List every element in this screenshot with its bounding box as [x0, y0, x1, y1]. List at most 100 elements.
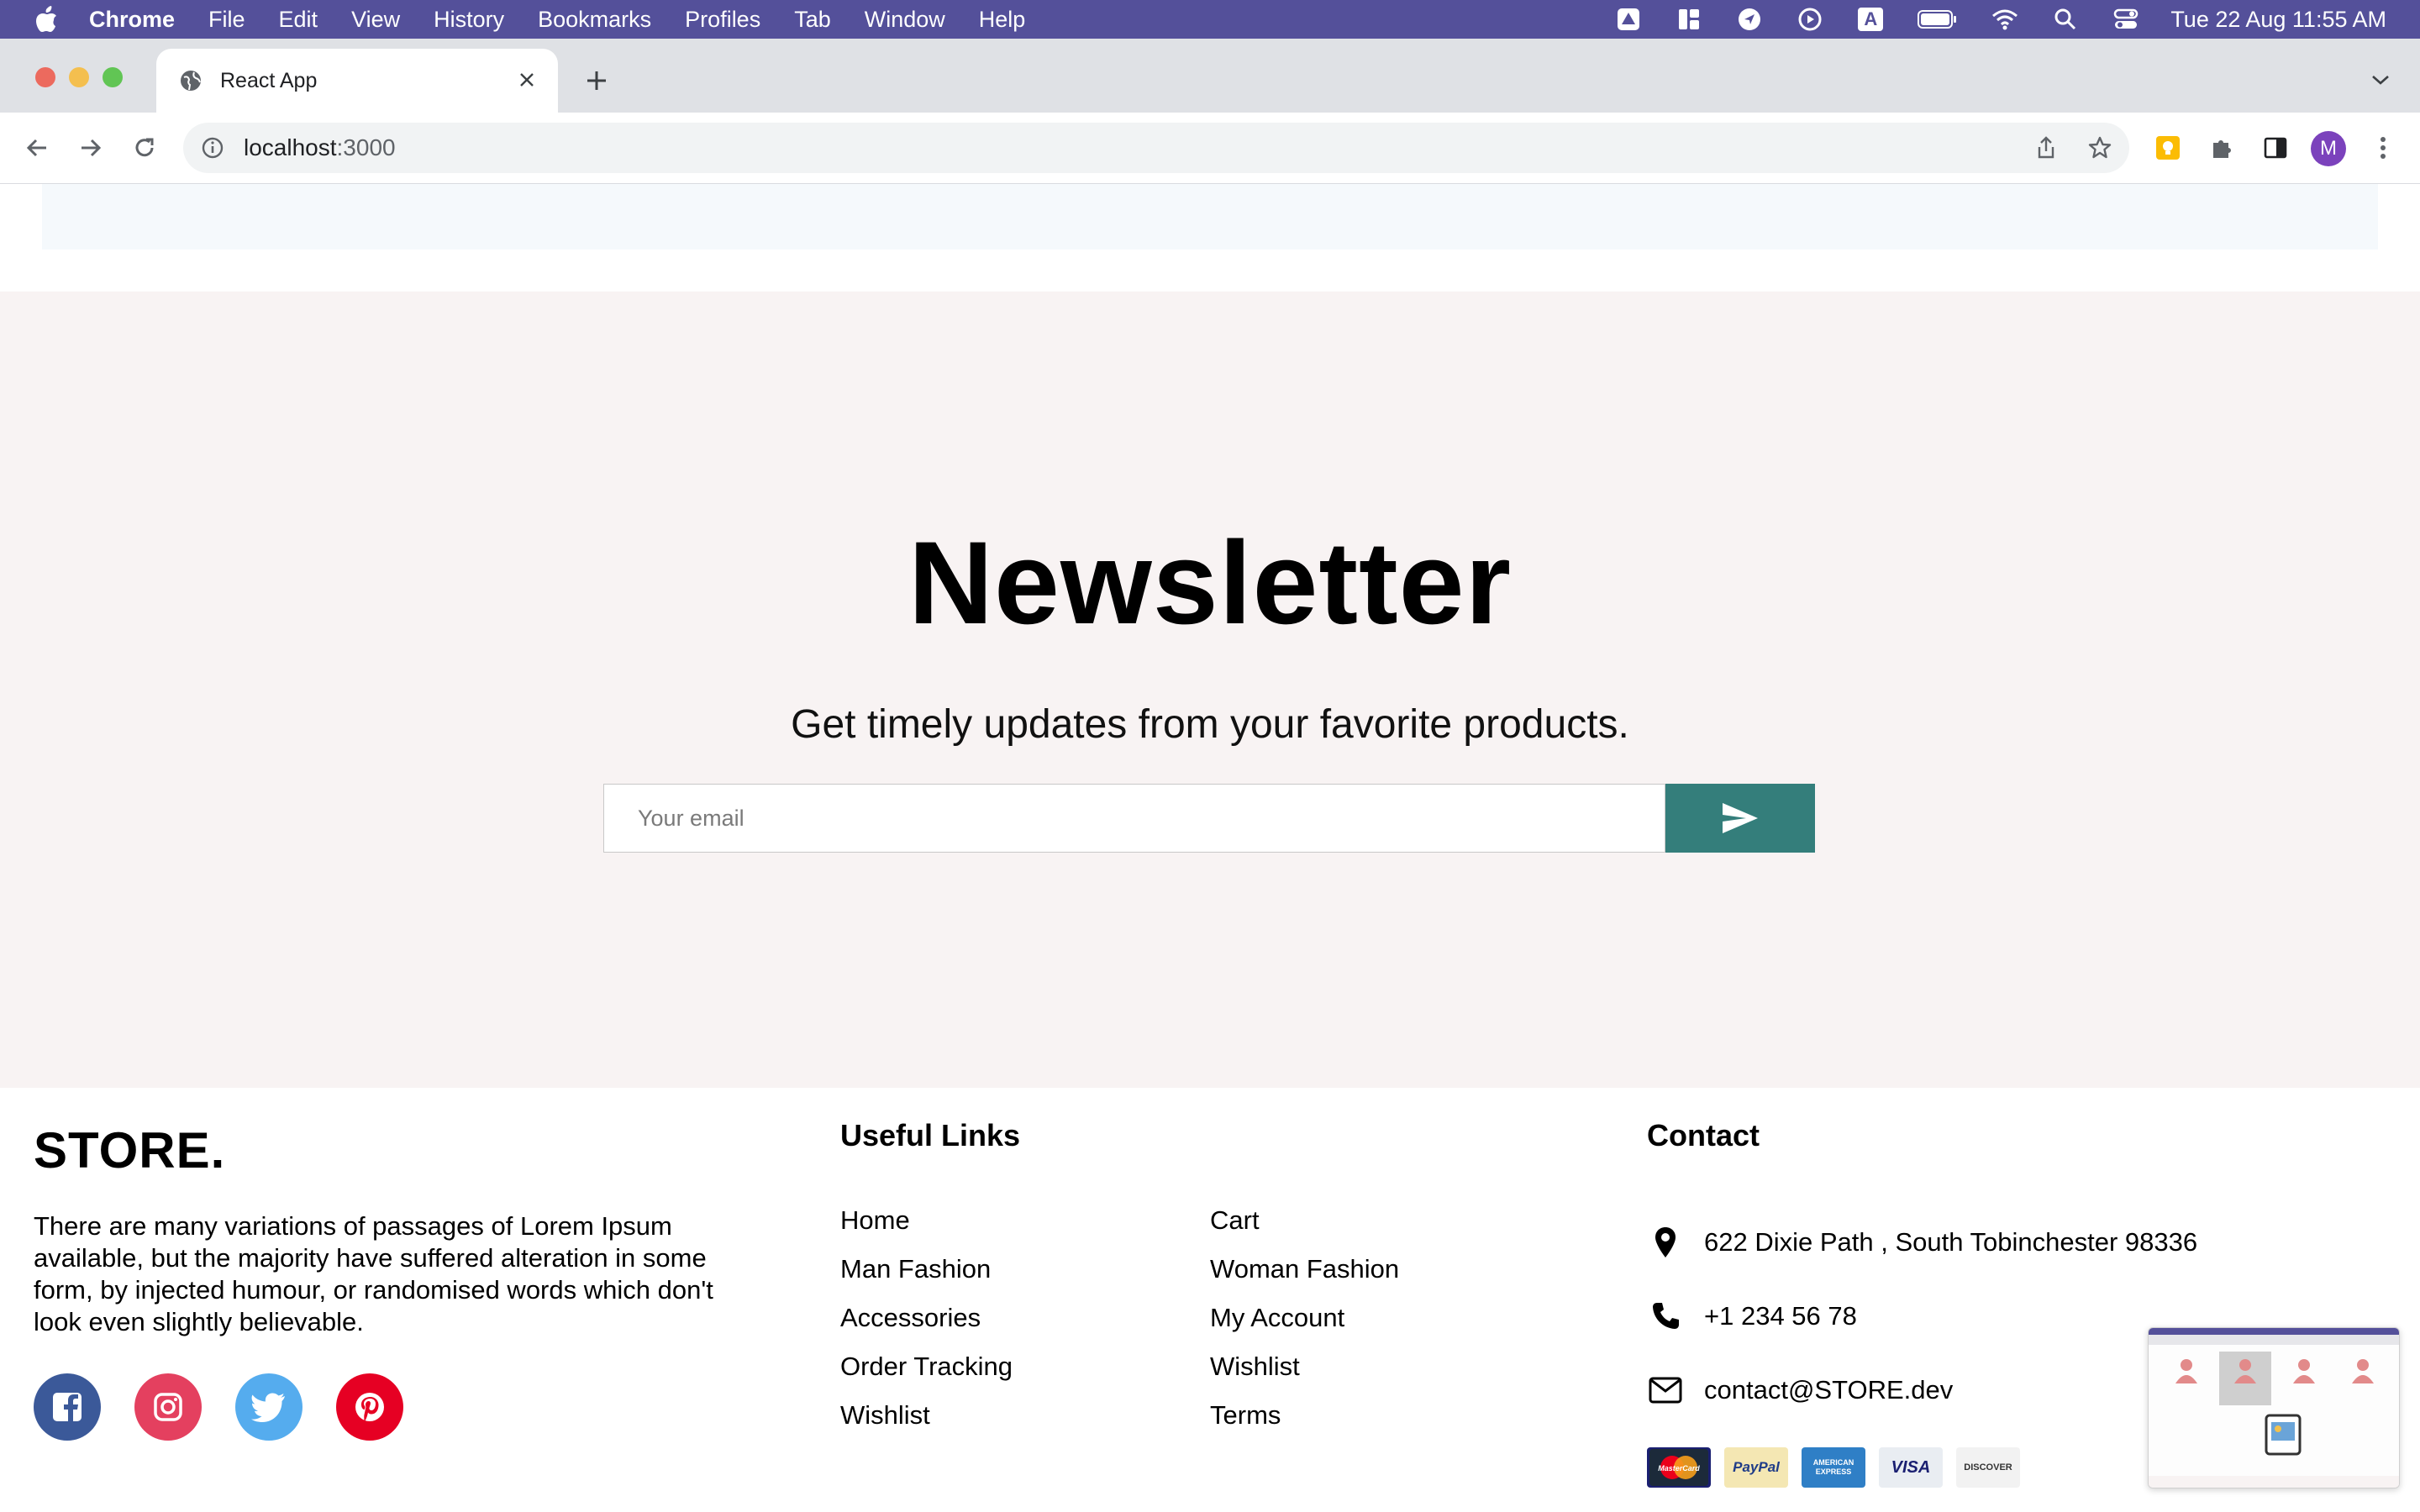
contact-phone: +1 234 56 78 — [1647, 1298, 1857, 1335]
footer-link-order-tracking[interactable]: Order Tracking — [840, 1350, 1013, 1399]
forward-arrow-icon[interactable] — [72, 129, 109, 166]
email-text: contact@STORE.dev — [1704, 1375, 1954, 1404]
paypal-icon: PayPal — [1724, 1447, 1788, 1488]
share-icon[interactable] — [2032, 134, 2060, 162]
control-center-icon[interactable] — [2112, 5, 2140, 34]
menu-bookmarks[interactable]: Bookmarks — [538, 7, 651, 33]
url-port: :3000 — [336, 134, 396, 160]
mastercard-icon: MasterCard — [1647, 1447, 1711, 1488]
visa-label: VISA — [1891, 1457, 1931, 1477]
newsletter-subtitle: Get timely updates from your favorite pr… — [791, 702, 1629, 747]
menu-edit[interactable]: Edit — [279, 7, 318, 33]
tab-search-chevron-icon[interactable] — [2366, 67, 2395, 92]
side-panel-icon[interactable] — [2259, 131, 2292, 165]
zoom-window-button[interactable] — [103, 67, 123, 87]
discover-label: DISCOVER — [1964, 1462, 2012, 1473]
keep-extension-icon[interactable] — [2151, 131, 2185, 165]
extensions-puzzle-icon[interactable] — [2205, 131, 2238, 165]
minimize-window-button[interactable] — [69, 67, 89, 87]
new-tab-plus-icon[interactable] — [580, 64, 613, 97]
footer-description: There are many variations of passages of… — [34, 1211, 713, 1336]
chrome-menu-kebab-icon[interactable] — [2366, 131, 2400, 165]
footer-brand-logo: STORE. — [34, 1122, 226, 1179]
drive-icon[interactable] — [1614, 5, 1643, 34]
tab-strip: React App — [0, 39, 2420, 113]
site-footer: STORE. There are many variations of pass… — [0, 1088, 2420, 1512]
footer-link-my-account[interactable]: My Account — [1210, 1301, 1399, 1350]
battery-icon[interactable] — [1917, 5, 1959, 34]
useful-links-title: Useful Links — [840, 1118, 1021, 1152]
reload-icon[interactable] — [126, 129, 163, 166]
newsletter-title: Newsletter — [908, 517, 1512, 648]
contact-email: contact@STORE.dev — [1647, 1372, 1953, 1409]
wifi-icon[interactable] — [1991, 5, 2019, 34]
input-source-label: A — [1858, 8, 1884, 31]
tab-title: React App — [220, 68, 318, 92]
menu-tab[interactable]: Tab — [794, 7, 831, 33]
twitter-icon[interactable] — [235, 1373, 302, 1441]
browser-toolbar: localhost:3000 M — [0, 113, 2420, 184]
amex-icon: AMERICAN EXPRESS — [1802, 1447, 1865, 1488]
menu-history[interactable]: History — [434, 7, 504, 33]
phone-icon — [1647, 1298, 1684, 1335]
footer-link-cart[interactable]: Cart — [1210, 1204, 1399, 1252]
profile-avatar[interactable]: M — [2311, 131, 2346, 166]
instagram-icon[interactable] — [134, 1373, 202, 1441]
newsletter-section: Newsletter Get timely updates from your … — [0, 291, 2420, 1088]
page-viewport: Newsletter Get timely updates from your … — [0, 184, 2420, 1512]
links-column-2: Cart Woman Fashion My Account Wishlist T… — [1210, 1204, 1399, 1447]
footer-link-woman-fashion[interactable]: Woman Fashion — [1210, 1252, 1399, 1301]
play-circle-icon[interactable] — [1796, 5, 1824, 34]
visa-icon: VISA — [1879, 1447, 1943, 1488]
footer-link-man-fashion[interactable]: Man Fashion — [840, 1252, 1013, 1301]
phone-text: +1 234 56 78 — [1704, 1301, 1857, 1331]
menu-help[interactable]: Help — [979, 7, 1026, 33]
mastercard-label: MasterCard — [1658, 1464, 1700, 1473]
spotlight-search-icon[interactable] — [2051, 5, 2080, 34]
menu-view[interactable]: View — [351, 7, 400, 33]
footer-link-accessories[interactable]: Accessories — [840, 1301, 1013, 1350]
newsletter-email-input[interactable] — [603, 784, 1665, 853]
footer-link-wishlist-2[interactable]: Wishlist — [1210, 1350, 1399, 1399]
url-host: localhost — [244, 134, 337, 160]
footer-link-home[interactable]: Home — [840, 1204, 1013, 1252]
pinterest-icon[interactable] — [336, 1373, 403, 1441]
tab-react-app[interactable]: React App — [156, 49, 558, 113]
layout-icon[interactable] — [1675, 5, 1703, 34]
back-arrow-icon[interactable] — [18, 129, 55, 166]
location-arrow-icon[interactable] — [1735, 5, 1764, 34]
menu-profiles[interactable]: Profiles — [685, 7, 760, 33]
close-tab-icon[interactable] — [514, 67, 539, 92]
input-source-icon[interactable]: A — [1856, 5, 1885, 34]
newsletter-form — [603, 784, 1815, 853]
globe-icon — [178, 68, 203, 93]
contact-address: 622 Dixie Path , South Tobinchester 9833… — [1647, 1224, 2197, 1261]
newsletter-send-button[interactable] — [1665, 784, 1815, 853]
mail-icon — [1647, 1372, 1684, 1409]
menubar-clock[interactable]: Tue 22 Aug 11:55 AM — [2170, 7, 2386, 33]
social-links — [34, 1373, 437, 1441]
macos-menubar: Chrome File Edit View History Bookmarks … — [0, 0, 2420, 39]
facebook-icon[interactable] — [34, 1373, 101, 1441]
content-strip — [42, 184, 2378, 249]
menu-window[interactable]: Window — [865, 7, 945, 33]
close-window-button[interactable] — [35, 67, 55, 87]
map-pin-icon — [1647, 1224, 1684, 1261]
paypal-label: PayPal — [1733, 1459, 1780, 1475]
amex-label: AMERICAN EXPRESS — [1812, 1458, 1854, 1476]
address-bar[interactable]: localhost:3000 — [183, 123, 2129, 173]
send-icon — [1723, 803, 1758, 833]
url-text[interactable]: localhost:3000 — [244, 134, 396, 161]
menu-file[interactable]: File — [208, 7, 245, 33]
footer-link-terms[interactable]: Terms — [1210, 1399, 1399, 1447]
site-info-icon[interactable] — [198, 134, 227, 162]
apple-icon[interactable] — [34, 5, 59, 34]
links-column-1: Home Man Fashion Accessories Order Track… — [840, 1204, 1013, 1447]
contact-title: Contact — [1647, 1118, 1760, 1152]
bookmark-star-icon[interactable] — [2086, 134, 2114, 162]
status-area: A Tue 22 Aug 11:55 AM — [1582, 0, 2386, 39]
address-text: 622 Dixie Path , South Tobinchester 9833… — [1704, 1227, 2198, 1257]
footer-link-wishlist[interactable]: Wishlist — [840, 1399, 1013, 1447]
menu-app-chrome[interactable]: Chrome — [89, 7, 175, 33]
screenshot-thumbnail-preview[interactable] — [2148, 1327, 2400, 1488]
